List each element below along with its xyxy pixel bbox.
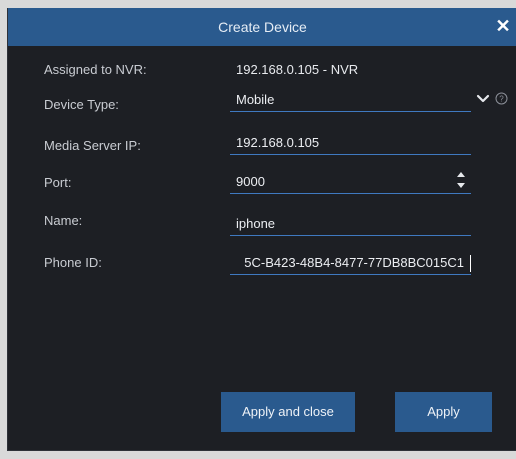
spinner-arrows-icon[interactable]	[455, 170, 467, 190]
name-input[interactable]: iphone	[230, 212, 471, 236]
dialog-title: Create Device	[218, 19, 307, 35]
dialog-titlebar: Create Device ✕	[8, 8, 516, 46]
port-value: 9000	[236, 174, 265, 189]
device-type-label: Device Type:	[44, 97, 119, 112]
phone-id-value: 5C-B423-48B4-8477-77DB8BC015C1	[244, 255, 464, 270]
name-value: iphone	[236, 216, 276, 231]
svg-text:?: ?	[499, 95, 504, 104]
apply-and-close-button[interactable]: Apply and close	[221, 392, 355, 432]
port-label: Port:	[44, 175, 72, 190]
device-type-value: Mobile	[236, 92, 275, 107]
media-server-ip-label: Media Server IP:	[44, 138, 141, 153]
device-type-select[interactable]: Mobile	[230, 88, 471, 112]
media-server-ip-value: 192.168.0.105	[236, 135, 320, 150]
help-icon[interactable]: ?	[495, 92, 508, 105]
apply-button[interactable]: Apply	[395, 392, 492, 432]
port-input[interactable]: 9000	[230, 170, 471, 194]
text-caret	[470, 255, 471, 272]
close-icon[interactable]: ✕	[493, 14, 513, 38]
phone-id-input[interactable]: 5C-B423-48B4-8477-77DB8BC015C1	[230, 251, 471, 275]
chevron-down-icon[interactable]	[476, 93, 490, 105]
nvr-label: Assigned to NVR:	[44, 62, 147, 77]
media-server-ip-input[interactable]: 192.168.0.105	[230, 131, 471, 155]
name-label: Name:	[44, 213, 83, 228]
nvr-value: 192.168.0.105 - NVR	[236, 62, 359, 77]
phone-id-label: Phone ID:	[44, 255, 102, 270]
